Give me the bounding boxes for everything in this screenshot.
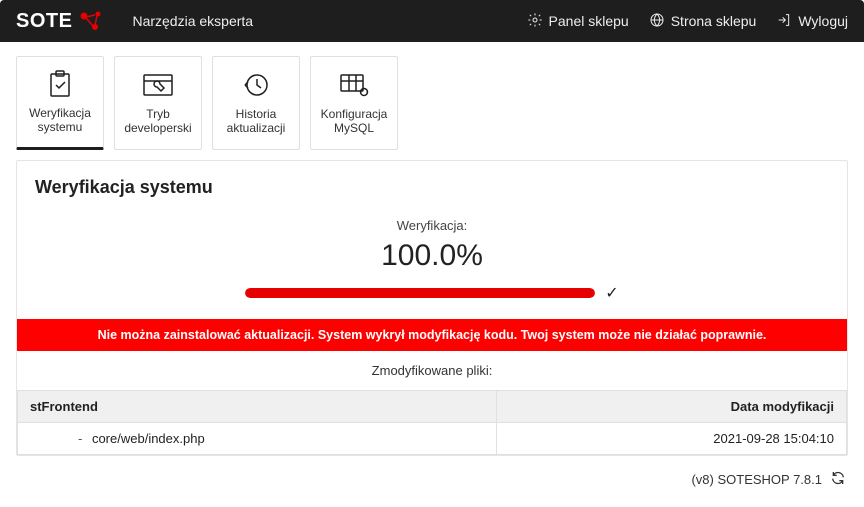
logout-link[interactable]: Wyloguj	[776, 12, 848, 31]
logout-link-label: Wyloguj	[798, 13, 848, 29]
tab-dev-label: Tryb developerski	[115, 107, 201, 136]
footer: (v8) SOTESHOP 7.8.1	[0, 456, 864, 503]
tab-verify-label: Weryfikacja systemu	[17, 106, 103, 135]
tab-history[interactable]: Historia aktualizacji	[212, 56, 300, 150]
verify-block: Weryfikacja: 100.0% ✓	[17, 208, 847, 319]
file-path: core/web/index.php	[78, 431, 205, 446]
col-date: Data modyfikacji	[497, 391, 847, 423]
verify-label: Weryfikacja:	[17, 218, 847, 233]
tab-mysql-label: Konfiguracja MySQL	[311, 107, 397, 136]
refresh-icon[interactable]	[830, 470, 846, 489]
page-title: Weryfikacja systemu	[17, 161, 847, 208]
version-text: (v8) SOTESHOP 7.8.1	[691, 472, 822, 487]
tab-verify[interactable]: Weryfikacja systemu	[16, 56, 104, 150]
file-cell: core/web/index.php	[18, 423, 497, 455]
brand-text: SOTE	[16, 10, 72, 33]
main-panel: Weryfikacja systemu Weryfikacja: 100.0% …	[16, 160, 848, 456]
topbar: SOTE Narzędzia eksperta Panel sklepu Str…	[0, 0, 864, 42]
col-group: stFrontend	[18, 391, 497, 423]
wrench-window-icon	[141, 71, 175, 99]
logo-icon	[78, 10, 104, 32]
modified-files-label: Zmodyfikowane pliki:	[17, 351, 847, 390]
table-row: core/web/index.php 2021-09-28 15:04:10	[18, 423, 847, 455]
topbar-right: Panel sklepu Strona sklepu Wyloguj	[527, 12, 848, 31]
logout-icon	[776, 12, 792, 31]
globe-icon	[649, 12, 665, 31]
store-link[interactable]: Strona sklepu	[649, 12, 757, 31]
topbar-title: Narzędzia eksperta	[132, 13, 253, 29]
panel-link-label: Panel sklepu	[549, 13, 629, 29]
history-icon	[239, 71, 273, 99]
store-link-label: Strona sklepu	[671, 13, 757, 29]
tab-dev[interactable]: Tryb developerski	[114, 56, 202, 150]
progress-row: ✓	[17, 283, 847, 303]
table-gear-icon	[337, 71, 371, 99]
tab-history-label: Historia aktualizacji	[213, 107, 299, 136]
error-alert: Nie można zainstalować aktualizacji. Sys…	[17, 319, 847, 351]
modified-files-table: stFrontend Data modyfikacji core/web/ind…	[17, 390, 847, 455]
file-date: 2021-09-28 15:04:10	[497, 423, 847, 455]
clipboard-check-icon	[43, 70, 77, 98]
logo[interactable]: SOTE	[16, 10, 104, 33]
gear-icon	[527, 12, 543, 31]
verify-percent: 100.0%	[17, 239, 847, 273]
tabs: Weryfikacja systemu Tryb developerski Hi…	[0, 42, 864, 150]
panel-link[interactable]: Panel sklepu	[527, 12, 629, 31]
tab-mysql[interactable]: Konfiguracja MySQL	[310, 56, 398, 150]
progress-bar	[245, 288, 595, 298]
progress-fill	[245, 288, 595, 298]
check-icon: ✓	[605, 283, 618, 303]
